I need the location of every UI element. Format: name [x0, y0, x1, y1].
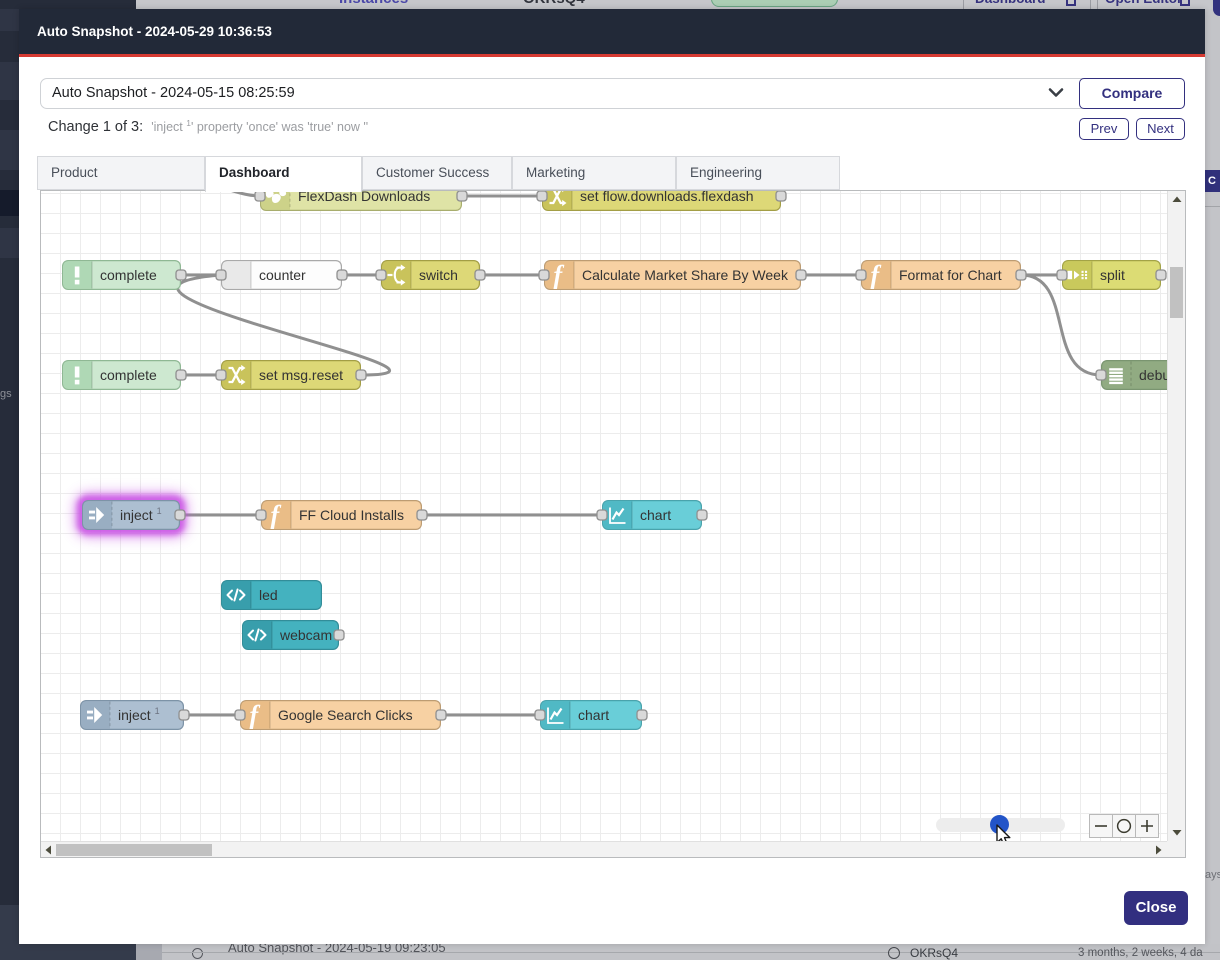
svg-text:counter: counter [259, 267, 306, 283]
svg-text:inject 1: inject 1 [118, 706, 160, 723]
svg-text:debug: debug [1139, 367, 1167, 383]
svg-text:Calculate Market Share By Week: Calculate Market Share By Week [582, 267, 789, 283]
svg-text:led: led [259, 587, 278, 603]
svg-text:split: split [1100, 267, 1125, 283]
svg-text:complete: complete [100, 367, 157, 383]
svg-text:complete: complete [100, 267, 157, 283]
svg-text:Format for Chart: Format for Chart [899, 267, 1002, 283]
svg-text:set flow.downloads.flexdash: set flow.downloads.flexdash [580, 191, 754, 204]
svg-text:inject 1: inject 1 [120, 506, 162, 523]
svg-text:chart: chart [578, 707, 609, 723]
svg-text:webcam: webcam [279, 627, 332, 643]
svg-text:Google Search Clicks: Google Search Clicks [278, 707, 413, 723]
svg-text:chart: chart [640, 507, 671, 523]
svg-text:switch: switch [419, 267, 458, 283]
svg-text:FlexDash Downloads: FlexDash Downloads [298, 191, 430, 204]
svg-text:set msg.reset: set msg.reset [259, 367, 343, 383]
svg-text:FF Cloud Installs: FF Cloud Installs [299, 507, 404, 523]
